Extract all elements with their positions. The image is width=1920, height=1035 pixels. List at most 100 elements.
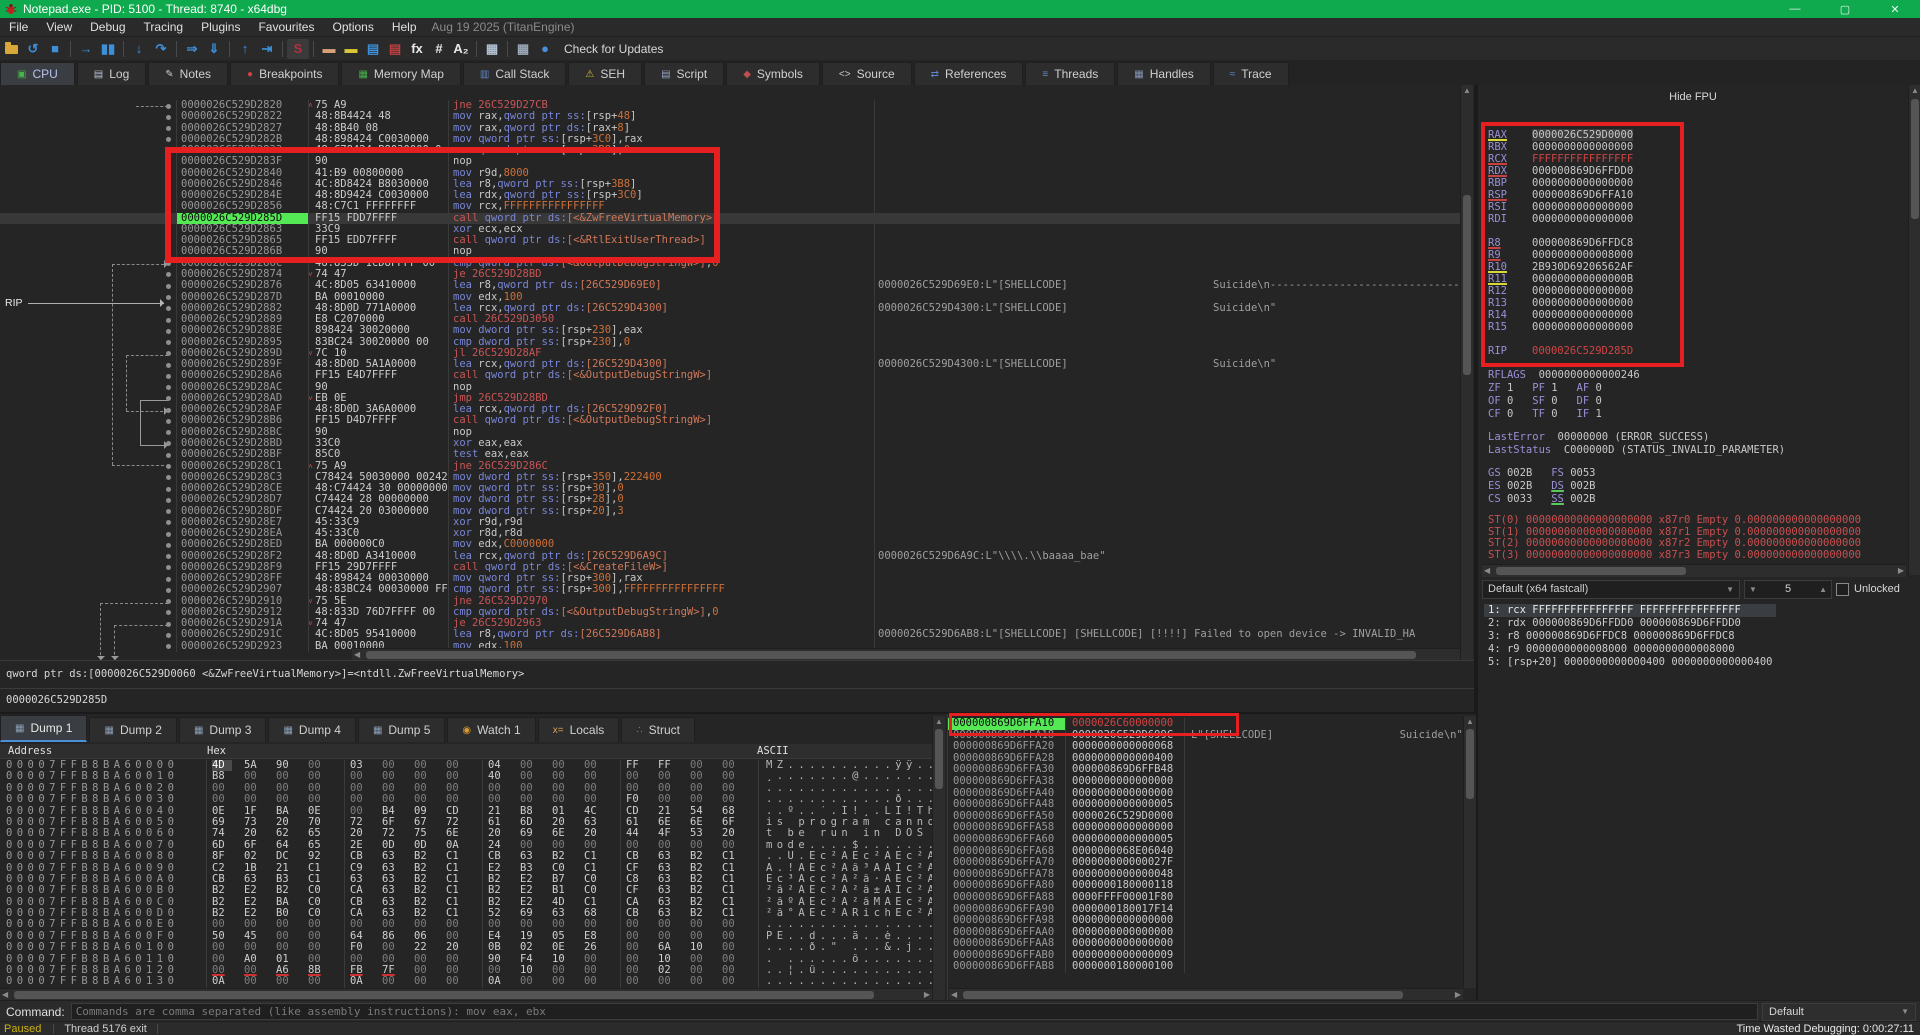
scroll-left-icon[interactable]: ◀ — [1484, 565, 1490, 577]
font-icon[interactable]: A₂ — [450, 39, 472, 59]
registers-vertical-scrollbar[interactable]: ▲ — [1908, 85, 1920, 575]
tab-seh[interactable]: ⚠SEH — [568, 62, 642, 85]
menu-item-debug[interactable]: Debug — [81, 20, 134, 34]
stack-row[interactable]: 000000869D6FFA100000026C60000000 — [948, 718, 1463, 730]
tab-locals[interactable]: x=Locals — [538, 717, 620, 742]
registers-pane[interactable]: Hide FPU RAX0000026C529D0000RBX000000000… — [1476, 85, 1920, 1000]
tab-breakpoints[interactable]: ●Breakpoints — [230, 62, 339, 85]
hide-fpu-button[interactable]: Hide FPU — [1478, 91, 1908, 103]
tab-source[interactable]: <>Source — [822, 62, 912, 85]
dump-row[interactable]: 00007FFB8BA601300A0000000A0000000A000000… — [0, 976, 932, 987]
register-rbp[interactable]: RBP0000000000000000 — [1488, 177, 1633, 189]
stack-row[interactable]: 000000869D6FFA480000000000000005 — [948, 799, 1463, 811]
dump-row[interactable]: 00007FFB8BA60090C21B21C1C963B2C1E2B3C0C1… — [0, 863, 932, 874]
disasm-row[interactable]: 0000026C529D28764C:8D05 63410000lea r8,q… — [0, 280, 1460, 291]
menu-item-view[interactable]: View — [37, 20, 81, 34]
menu-item-help[interactable]: Help — [383, 20, 426, 34]
skip-icon[interactable]: ⇥ — [256, 39, 278, 59]
scroll-left-icon[interactable]: ◀ — [354, 649, 360, 660]
disasm-row[interactable]: 0000026C529D288E898424 30020000mov dword… — [0, 325, 1460, 336]
dump-row[interactable]: 00007FFB8BA600B0B2E2B2C0CA63B2C1B2E2B1C0… — [0, 885, 932, 896]
dump-row[interactable]: 00007FFB8BA600A0CB63B3C16363B2C1B2E2B7C0… — [0, 874, 932, 885]
tab-watch-1[interactable]: ◉Watch 1 — [447, 717, 535, 742]
register-r11[interactable]: R11000000000000000B — [1488, 273, 1633, 285]
command-default-select[interactable]: Default▼ — [1762, 1003, 1916, 1021]
dump-row[interactable]: 00007FFB8BA6005069732070726F6772616D2063… — [0, 817, 932, 828]
register-rsi[interactable]: RSI0000000000000000 — [1488, 201, 1633, 213]
register-rsp[interactable]: RSP000000869D6FFA10 — [1488, 189, 1633, 201]
dump-row[interactable]: 00007FFB8BA601200000A68BFB7F000000100000… — [0, 965, 932, 976]
stack-pane[interactable]: 000000869D6FFA100000026C60000000 00000086… — [947, 714, 1477, 1002]
register-rdx[interactable]: RDX000000869D6FFDD0 — [1488, 165, 1633, 177]
dump-row[interactable]: 00007FFB8BA600E0000000000000000000000000… — [0, 919, 932, 930]
unlocked-checkbox[interactable]: Unlocked — [1836, 583, 1918, 596]
comment-icon[interactable]: ▬ — [340, 39, 362, 59]
disasm-row[interactable]: 0000026C529D290748:83BC24 00030000 FFcmp… — [0, 584, 1460, 595]
spinner-up-icon[interactable]: ▲ — [1819, 585, 1827, 594]
disasm-row[interactable]: 0000026C529D285648:C7C1 FFFFFFFFmov rcx,… — [0, 201, 1460, 212]
tab-trace[interactable]: ≈Trace — [1213, 62, 1289, 85]
spinner-down-icon[interactable]: ▼ — [1749, 585, 1757, 594]
stack-row[interactable]: 000000869D6FFA600000000000000005 — [948, 834, 1463, 846]
dump-row[interactable]: 00007FFB8BA60020000000000000000000000000… — [0, 783, 932, 794]
command-input[interactable] — [71, 1003, 1758, 1020]
tab-call-stack[interactable]: ▥Call Stack — [463, 62, 566, 85]
stack-row[interactable]: 000000869D6FFA980000000000000000 — [948, 915, 1463, 927]
registers-horizontal-scrollbar[interactable]: ◀ ▶ — [1482, 564, 1906, 577]
run-trace-icon[interactable]: ⇒ — [181, 39, 203, 59]
step-into-icon[interactable]: ↓ — [128, 39, 150, 59]
dump-vertical-scrollbar[interactable]: ▲ — [932, 716, 945, 1002]
tab-log[interactable]: ▤Log — [77, 62, 146, 85]
tab-dump-5[interactable]: ▦Dump 5 — [358, 717, 445, 742]
calling-convention-select[interactable]: Default (x64 fastcall)▼ — [1482, 580, 1740, 599]
stack-vertical-scrollbar[interactable]: ▲ — [1463, 716, 1476, 988]
disasm-row[interactable]: 0000026C529D283F90nop — [0, 156, 1460, 167]
update-globe-icon[interactable]: ● — [534, 39, 556, 59]
menu-item-options[interactable]: Options — [323, 20, 382, 34]
argument-row[interactable]: 4: r9 0000000000008000 0000000000008000 — [1484, 643, 1776, 656]
tab-dump-2[interactable]: ▦Dump 2 — [89, 717, 176, 742]
stack-row[interactable]: 000000869D6FFA380000000000000000 — [948, 776, 1463, 788]
check-for-updates-button[interactable]: Check for Updates — [564, 42, 663, 56]
disasm-row[interactable]: 0000026C529D28EDBA 000000C0mov edx,C0000… — [0, 539, 1460, 550]
dump-row[interactable]: 00007FFB8BA6010000000000F00022200B020E26… — [0, 942, 932, 953]
dump-row[interactable]: 00007FFB8BA60010B80000000000000040000000… — [0, 771, 932, 782]
tab-references[interactable]: ⇄References — [914, 62, 1024, 85]
register-r9[interactable]: R90000000000008000 — [1488, 249, 1633, 261]
menu-item-plugins[interactable]: Plugins — [192, 20, 249, 34]
argument-row[interactable]: 5: [rsp+20] 0000000000000400 00000000000… — [1484, 656, 1776, 669]
argument-row[interactable]: 3: r8 000000869D6FFDC8 000000869D6FFDC8 — [1484, 630, 1776, 643]
dump-row[interactable]: 00007FFB8BA60030000000000000000000000000… — [0, 794, 932, 805]
tab-symbols[interactable]: ◆Symbols — [726, 62, 820, 85]
disasm-horizontal-scrollbar[interactable]: ◀ — [352, 648, 1460, 660]
scroll-up-icon[interactable]: ▲ — [933, 716, 945, 728]
scroll-up-icon[interactable]: ▲ — [1461, 85, 1473, 97]
dump-row[interactable]: 00007FFB8BA600808F02DC92CB63B2C1CB63B2C1… — [0, 851, 932, 862]
tab-threads[interactable]: ≡Threads — [1025, 62, 1115, 85]
scroll-right-icon[interactable]: ▶ — [1898, 565, 1904, 577]
step-out-icon[interactable]: ⇓ — [203, 39, 225, 59]
dump-row[interactable]: 00007FFB8BA6011000A001000000000090F41000… — [0, 954, 932, 965]
grid-icon[interactable]: ▦ — [512, 39, 534, 59]
register-rax[interactable]: RAX0000026C529D0000 — [1488, 129, 1633, 141]
scroll-up-icon[interactable]: ▲ — [1909, 85, 1920, 97]
dump-row[interactable]: 00007FFB8BA600D0B2E2B0C0CA63B2C152696368… — [0, 908, 932, 919]
tab-dump-3[interactable]: ▦Dump 3 — [179, 717, 266, 742]
tab-script[interactable]: ▤Script — [644, 62, 724, 85]
register-r10[interactable]: R102B930D69206562AF — [1488, 261, 1633, 273]
disasm-vertical-scrollbar[interactable]: ▲ — [1460, 85, 1473, 660]
restart-icon[interactable]: ↺ — [22, 39, 44, 59]
register-rdi[interactable]: RDI0000000000000000 — [1488, 213, 1633, 225]
disasm-row[interactable]: 0000026C529D28BF85C0test eax,eax — [0, 449, 1460, 460]
tab-struct[interactable]: ∴Struct — [621, 717, 695, 742]
argument-row[interactable]: 2: rdx 000000869D6FFDD0 000000869D6FFDD0 — [1484, 617, 1776, 630]
stack-row[interactable]: 000000869D6FFA70000000000000027F — [948, 857, 1463, 869]
dump-row[interactable]: 00007FFB8BA600F05045000064860600E41905E8… — [0, 931, 932, 942]
source-step-icon[interactable]: S — [287, 39, 309, 59]
calculator-icon[interactable]: ▦ — [481, 39, 503, 59]
minimize-button[interactable]: — — [1781, 3, 1809, 16]
scroll-up-icon[interactable]: ▲ — [1464, 716, 1476, 728]
dump-row[interactable]: 00007FFB8BA60060742062652072756E20696E20… — [0, 828, 932, 839]
step-over-icon[interactable]: ↷ — [150, 39, 172, 59]
dump-row[interactable]: 00007FFB8BA600400E1FBA0E00B409CD21B8014C… — [0, 806, 932, 817]
